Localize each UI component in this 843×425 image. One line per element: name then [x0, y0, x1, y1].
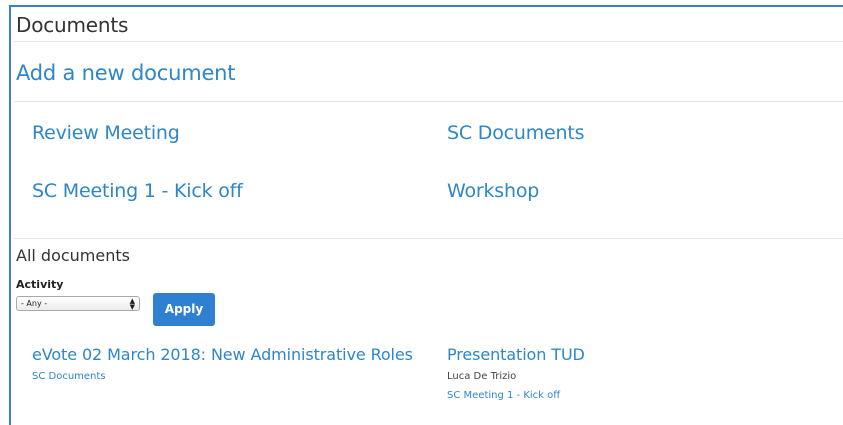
divider — [14, 238, 843, 239]
activity-select[interactable]: - Any - ▲ ▼ — [16, 296, 140, 311]
activity-select-value: - Any - — [21, 299, 48, 308]
folder-link-review-meeting[interactable]: Review Meeting — [32, 122, 180, 144]
activity-filter-label: Activity — [16, 278, 64, 291]
document-title-link[interactable]: Presentation TUD — [447, 345, 585, 364]
page-title: Documents — [16, 13, 129, 37]
folder-link-sc-meeting-1[interactable]: SC Meeting 1 - Kick off — [32, 180, 243, 202]
folder-link-sc-documents[interactable]: SC Documents — [447, 122, 585, 144]
document-title-link[interactable]: eVote 02 March 2018: New Administrative … — [32, 345, 413, 364]
apply-button[interactable]: Apply — [153, 293, 215, 326]
document-folder-link[interactable]: SC Documents — [32, 371, 106, 382]
divider — [14, 101, 843, 102]
divider — [14, 41, 843, 42]
all-documents-heading: All documents — [16, 246, 130, 265]
add-document-link[interactable]: Add a new document — [16, 61, 236, 85]
folder-link-workshop[interactable]: Workshop — [447, 180, 539, 202]
select-arrows-icon: ▲ ▼ — [129, 297, 135, 311]
document-folder-link[interactable]: SC Meeting 1 - Kick off — [447, 390, 560, 401]
document-author: Luca De Trizio — [447, 371, 517, 382]
